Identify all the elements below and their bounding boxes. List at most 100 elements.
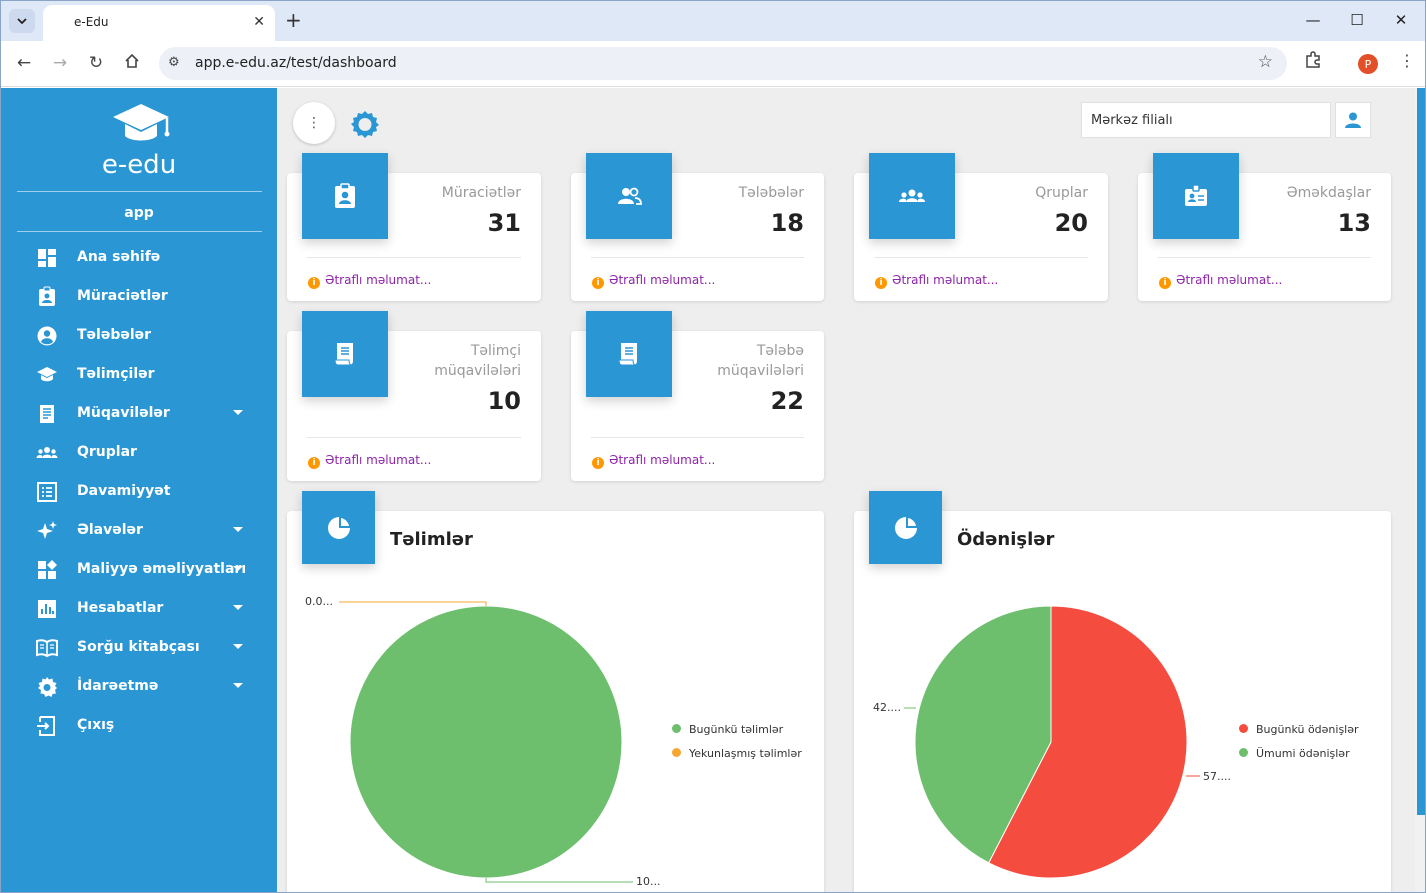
info-icon: i <box>1159 277 1171 289</box>
card-divider <box>1158 257 1371 258</box>
legend-item[interactable]: Yekunlaşmış təlimlər <box>672 747 802 771</box>
label-leader-line <box>339 601 487 606</box>
browser-tab[interactable]: e-Edu ✕ <box>43 5 275 41</box>
extensions-icon[interactable] <box>1304 51 1322 73</box>
sidebar-item-m-raci-tl-r[interactable]: Müraciətlər <box>1 277 277 316</box>
pie-slice-bugunku-telimler[interactable] <box>349 605 623 879</box>
more-info-label: Ətraflı məlumat... <box>325 273 432 287</box>
settings-button[interactable] <box>349 108 381 140</box>
legend-item[interactable]: Bugünkü təlimlər <box>672 723 802 747</box>
site-info-icon[interactable]: ⚙ <box>168 55 180 70</box>
more-info-link[interactable]: i Ətraflı məlumat... <box>308 453 431 469</box>
sidebar-item-label: İdarəetmə <box>77 678 159 694</box>
tab-title: e-Edu <box>74 15 109 29</box>
chevron-down-icon <box>17 18 27 25</box>
sidebar-item-ana-s-hif[interactable]: Ana səhifə <box>1 238 277 277</box>
legend-dot <box>1239 724 1248 733</box>
close-tab-icon[interactable]: ✕ <box>253 14 265 30</box>
card-divider <box>874 257 1088 258</box>
stat-label: Əməkdaşlar <box>1286 185 1371 201</box>
card-divider <box>307 437 521 438</box>
branch-selector[interactable]: Mərkəz filialı <box>1081 102 1331 138</box>
sidebar-user[interactable]: app <box>1 205 277 221</box>
trainings-chart-card: Təlimlər 0.0... 10... Bugünkü təlimlər Ye… <box>287 491 824 892</box>
school-icon <box>37 367 57 382</box>
user-menu-button[interactable] <box>1335 102 1371 138</box>
data-label: 57.... <box>1203 770 1231 783</box>
pie-chart-icon <box>302 491 375 564</box>
caret-down-icon[interactable] <box>233 566 243 571</box>
more-info-label: Ətraflı məlumat... <box>892 273 999 287</box>
scrollbar-thumb[interactable] <box>1417 88 1425 815</box>
chart-title: Təlimlər <box>390 529 473 550</box>
contract-icon <box>302 311 388 397</box>
legend-item[interactable]: Ümumi ödənişlər <box>1239 747 1359 771</box>
sidebar-item-qruplar[interactable]: Qruplar <box>1 433 277 472</box>
sidebar-item-i-dar-etm[interactable]: İdarəetmə <box>1 667 277 706</box>
legend-label: Bugünkü ödənişlər <box>1256 723 1359 736</box>
payments-chart-card: Ödənişlər 42.... 57.... Bugünkü ödənişlər… <box>854 491 1391 892</box>
caret-down-icon[interactable] <box>233 605 243 610</box>
widgets-icon <box>38 560 57 579</box>
browser-menu-icon[interactable]: ⋮ <box>1399 51 1415 70</box>
sidebar-item-maliyy-m-liyyatlar[interactable]: Maliyyə əməliyyatları <box>1 550 277 589</box>
new-tab-button[interactable]: + <box>285 9 302 31</box>
sidebar-toggle-button[interactable]: ⋮ <box>293 102 335 144</box>
clipboard-account-icon <box>302 153 388 239</box>
minimize-icon[interactable]: — <box>1303 11 1323 29</box>
info-icon: i <box>592 277 604 289</box>
legend-dot <box>1239 748 1248 757</box>
sidebar-item-sor-u-kitab-as[interactable]: Sorğu kitabçası <box>1 628 277 667</box>
bookmark-star-icon[interactable]: ☆ <box>1258 52 1273 72</box>
sidebar-item-t-l-b-l-r[interactable]: Tələbələr <box>1 316 277 355</box>
caret-down-icon[interactable] <box>233 527 243 532</box>
sidebar-item-m-qavil-l-r[interactable]: Müqavilələr <box>1 394 277 433</box>
logo-text: e-edu <box>101 150 177 180</box>
maximize-icon[interactable]: ☐ <box>1347 11 1367 29</box>
tab-search-button[interactable] <box>9 9 35 33</box>
sidebar-item-label: Qruplar <box>77 444 137 460</box>
card-divider <box>591 257 804 258</box>
profile-avatar[interactable]: P <box>1358 54 1378 74</box>
back-icon[interactable]: ← <box>13 53 35 73</box>
more-info-link[interactable]: i Ətraflı məlumat... <box>1159 273 1282 289</box>
sidebar-item-hesabatlar[interactable]: Hesabatlar <box>1 589 277 628</box>
account-circle-icon <box>37 326 57 346</box>
caret-down-icon[interactable] <box>233 644 243 649</box>
badge-icon <box>1153 153 1239 239</box>
more-info-link[interactable]: i Ətraflı məlumat... <box>592 453 715 469</box>
legend-dot <box>672 748 681 757</box>
reload-icon[interactable]: ↻ <box>85 53 107 73</box>
clipboard-account-icon <box>39 286 55 306</box>
sidebar-divider <box>17 191 262 192</box>
sidebar-item-x[interactable]: Çıxış <box>1 706 277 745</box>
browser-toolbar: ← → ↻ ⚙ app.e-edu.az/test/dashboard ☆ P … <box>1 41 1425 87</box>
stat-label: Tələbə müqavilələri <box>717 343 804 379</box>
forward-icon[interactable]: → <box>49 53 71 73</box>
stat-value: 20 <box>1054 209 1088 237</box>
sidebar-item-label: Ana səhifə <box>77 249 161 265</box>
info-icon: i <box>875 277 887 289</box>
stat-card: Qruplar 20 i Ətraflı məlumat... <box>854 153 1108 301</box>
sidebar-item-lav-l-r[interactable]: Əlavələr <box>1 511 277 550</box>
address-bar[interactable]: ⚙ app.e-edu.az/test/dashboard ☆ <box>159 47 1287 80</box>
stat-card: Əməkdaşlar 13 i Ətraflı məlumat... <box>1138 153 1391 301</box>
sidebar-item-label: Müraciətlər <box>77 288 168 304</box>
legend-label: Ümumi ödənişlər <box>1256 747 1350 760</box>
more-info-link[interactable]: i Ətraflı məlumat... <box>875 273 998 289</box>
branch-label: Mərkəz filialı <box>1091 113 1173 128</box>
caret-down-icon[interactable] <box>233 410 243 415</box>
home-icon[interactable] <box>121 53 143 74</box>
more-info-link[interactable]: i Ətraflı məlumat... <box>592 273 715 289</box>
more-info-label: Ətraflı məlumat... <box>1176 273 1283 287</box>
payments-legend: Bugünkü ödənişlər Ümumi ödənişlər <box>1239 723 1359 771</box>
more-info-link[interactable]: i Ətraflı məlumat... <box>308 273 431 289</box>
book-icon <box>36 639 58 658</box>
stat-label: Təlimçi müqavilələri <box>434 343 521 379</box>
legend-item[interactable]: Bugünkü ödənişlər <box>1239 723 1359 747</box>
sidebar-item-davamiyy-t[interactable]: Davamiyyət <box>1 472 277 511</box>
close-window-icon[interactable]: ✕ <box>1391 11 1411 29</box>
sidebar-item-t-lim-il-r[interactable]: Təlimçilər <box>1 355 277 394</box>
scrollbar[interactable] <box>1415 88 1425 892</box>
caret-down-icon[interactable] <box>233 683 243 688</box>
